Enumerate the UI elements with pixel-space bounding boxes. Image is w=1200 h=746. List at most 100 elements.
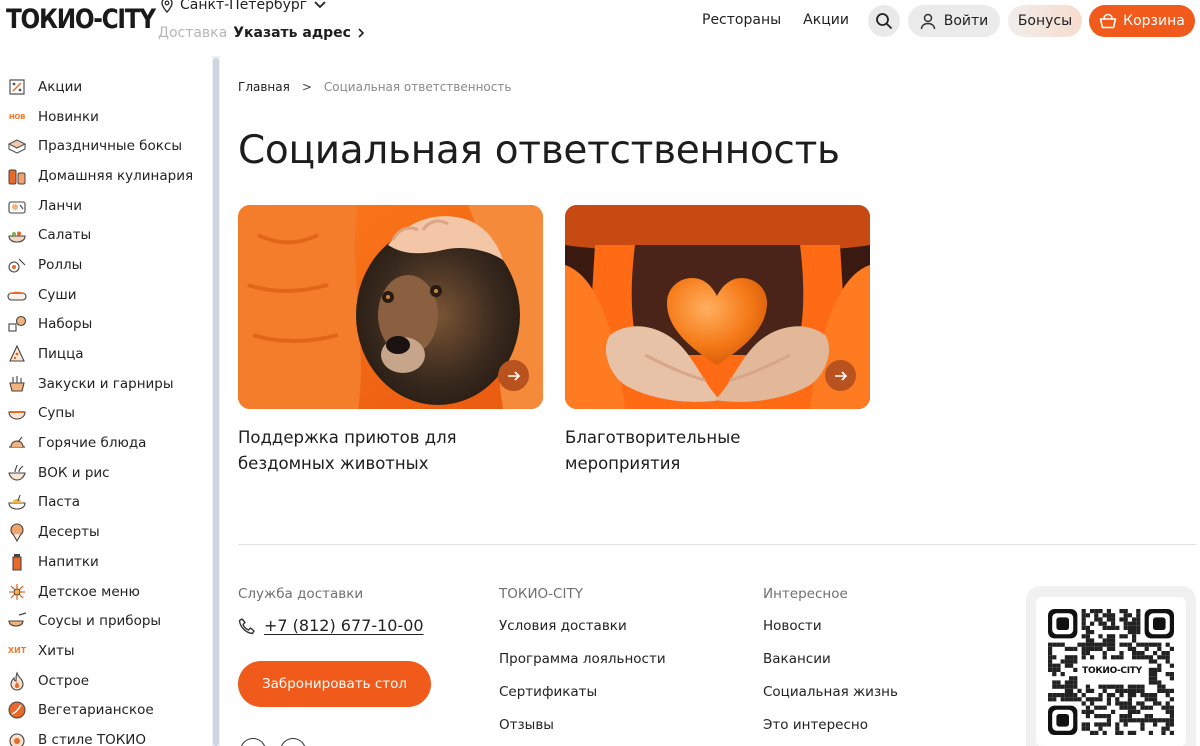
sidebar-item-tokio-style[interactable]: В стиле ТОКИО — [0, 725, 212, 746]
vegetarian-icon — [6, 699, 28, 721]
sidebar-item-desserts[interactable]: Десерты — [0, 517, 212, 547]
arrow-right-icon — [834, 370, 847, 381]
sidebar-item-pasta[interactable]: Паста — [0, 488, 212, 518]
article-card-charity-events[interactable]: Благотворительные мероприятия — [565, 205, 870, 477]
reserve-table-button[interactable]: Забронировать стол — [238, 661, 431, 707]
city-label: Санкт-Петербург — [180, 0, 308, 13]
footer-link-loyalty[interactable]: Программа лояльности — [499, 651, 666, 684]
sidebar-item-soups[interactable]: Супы — [0, 399, 212, 429]
card-title[interactable]: Благотворительные мероприятия — [565, 425, 825, 477]
spicy-icon — [6, 670, 28, 692]
delivery-address[interactable]: Доставка Указать адрес — [158, 25, 365, 41]
breadcrumb: Главная > Социальная ответственность — [238, 80, 511, 94]
footer-interesting-column: Интересное Новости Вакансии Социальная ж… — [763, 586, 898, 746]
sidebar-item-label: Хиты — [38, 642, 75, 659]
heart-hands-photo — [565, 205, 870, 409]
sushi-icon — [6, 284, 28, 306]
wok-icon — [6, 462, 28, 484]
tokio-style-icon — [6, 729, 28, 746]
footer-heading: ТОКИО-CITY — [499, 586, 583, 602]
footer-link-vacancies[interactable]: Вакансии — [763, 651, 898, 684]
sidebar-item-sushi[interactable]: Суши — [0, 280, 212, 310]
drink-icon — [6, 551, 28, 573]
sidebar-item-spicy[interactable]: Острое — [0, 666, 212, 696]
card-arrow-button[interactable] — [825, 360, 856, 391]
sidebar-item-home-cooking[interactable]: Домашняя кулинария — [0, 161, 212, 191]
sidebar-item-lunches[interactable]: Ланчи — [0, 191, 212, 221]
sidebar-item-label: Вегетарианское — [38, 702, 154, 719]
search-button[interactable] — [868, 5, 900, 37]
pizza-icon — [6, 343, 28, 365]
hit-badge-text: ХИТ — [7, 646, 27, 656]
sidebar-item-sets[interactable]: Наборы — [0, 310, 212, 340]
sidebar-item-label: ВОК и рис — [38, 464, 110, 481]
social-links — [240, 738, 306, 746]
sidebar-item-new[interactable]: НОВ Новинки — [0, 102, 212, 132]
sidebar-item-kids-menu[interactable]: Детское меню — [0, 577, 212, 607]
sidebar-item-label: Супы — [38, 405, 75, 422]
footer-link-interesting[interactable]: Это интересно — [763, 717, 898, 746]
snacks-icon — [6, 373, 28, 395]
cart-button[interactable]: Корзина — [1089, 5, 1195, 37]
footer-heading: Интересное — [763, 586, 848, 602]
footer-company-column: ТОКИО-CITY Условия доставки Программа ло… — [499, 586, 666, 746]
sidebar-item-vegetarian[interactable]: Вегетарианское — [0, 695, 212, 725]
sidebar-item-drinks[interactable]: Напитки — [0, 547, 212, 577]
breadcrumb-home[interactable]: Главная — [238, 80, 290, 94]
cart-icon — [1099, 13, 1117, 29]
sidebar-item-label: Напитки — [38, 553, 99, 570]
sidebar-item-rolls[interactable]: Роллы — [0, 250, 212, 280]
footer-link-news[interactable]: Новости — [763, 618, 898, 651]
sidebar-item-label: Десерты — [38, 524, 100, 541]
address-label: Указать адрес — [233, 25, 351, 41]
pasta-icon — [6, 491, 28, 513]
cart-label: Корзина — [1123, 13, 1185, 29]
sidebar-item-salads[interactable]: Салаты — [0, 220, 212, 250]
salad-icon — [6, 224, 28, 246]
card-image-dog[interactable] — [238, 205, 543, 409]
new-badge-icon: НОВ — [6, 106, 28, 128]
sidebar-item-label: Острое — [38, 672, 90, 689]
sidebar-item-holiday-boxes[interactable]: Праздничные боксы — [0, 131, 212, 161]
hot-dish-icon — [6, 432, 28, 454]
sidebar-scrollbar-thumb[interactable] — [213, 58, 219, 746]
phone-icon — [238, 617, 255, 634]
social-icon[interactable] — [240, 738, 266, 746]
card-arrow-button[interactable] — [498, 360, 529, 391]
sidebar-item-wok[interactable]: ВОК и рис — [0, 458, 212, 488]
arrow-right-icon — [507, 370, 520, 381]
footer-divider — [238, 544, 1196, 545]
sidebar-item-hits[interactable]: ХИТ Хиты — [0, 636, 212, 666]
sidebar-item-label: Новинки — [38, 108, 99, 125]
footer-link-reviews[interactable]: Отзывы — [499, 717, 666, 746]
search-icon — [876, 13, 893, 30]
home-cooking-icon — [6, 165, 28, 187]
footer-link-social-life[interactable]: Социальная жизнь — [763, 684, 898, 717]
sidebar-item-snacks[interactable]: Закуски и гарниры — [0, 369, 212, 399]
hit-badge-icon: ХИТ — [6, 640, 28, 662]
user-icon — [920, 13, 935, 29]
nav-promotions[interactable]: Акции — [803, 12, 849, 28]
sidebar-item-promotions[interactable]: Акции — [0, 72, 212, 102]
rolls-icon — [6, 254, 28, 276]
sidebar-item-label: Суши — [38, 286, 77, 303]
social-icon[interactable] — [280, 738, 306, 746]
qr-code[interactable]: ТОКИО-CITY — [1036, 597, 1186, 746]
sidebar-item-pizza[interactable]: Пицца — [0, 339, 212, 369]
city-selector[interactable]: Санкт-Петербург — [160, 0, 327, 13]
footer-link-certificates[interactable]: Сертификаты — [499, 684, 666, 717]
card-image-heart[interactable] — [565, 205, 870, 409]
logo[interactable]: ТОКИО-CITY — [6, 4, 156, 35]
sidebar-item-hot-dishes[interactable]: Горячие блюда — [0, 428, 212, 458]
card-title[interactable]: Поддержка приютов для бездомных животных — [238, 425, 498, 477]
sidebar-item-label: Наборы — [38, 316, 93, 333]
nav-restaurants[interactable]: Рестораны — [702, 12, 781, 28]
bonus-button[interactable]: Бонусы — [1008, 5, 1082, 37]
category-sidebar: Акции НОВ Новинки Праздничные боксы Дома… — [0, 72, 212, 746]
phone-link[interactable]: +7 (812) 677-10-00 — [238, 616, 431, 635]
footer-link-delivery-terms[interactable]: Условия доставки — [499, 618, 666, 651]
sidebar-item-sauces[interactable]: Соусы и приборы — [0, 606, 212, 636]
article-card-shelters[interactable]: Поддержка приютов для бездомных животных — [238, 205, 543, 477]
sauce-icon — [6, 610, 28, 632]
login-button[interactable]: Войти — [908, 5, 1000, 37]
